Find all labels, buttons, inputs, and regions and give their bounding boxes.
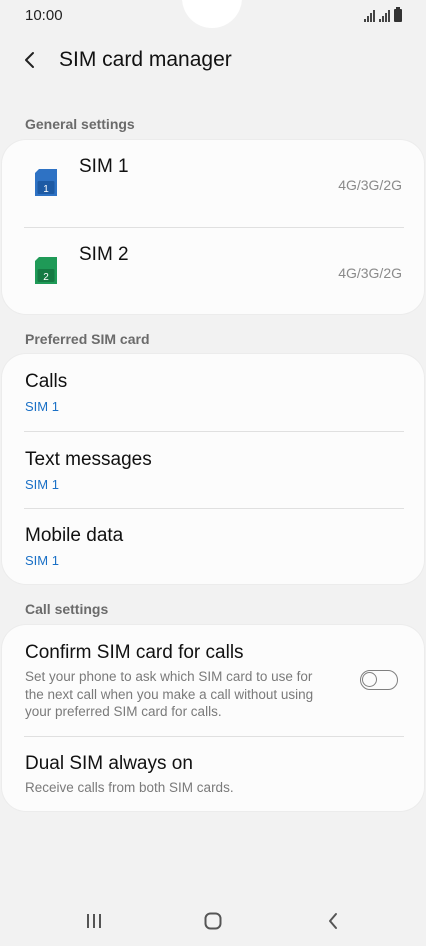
confirm-sim-title: Confirm SIM card for calls bbox=[25, 642, 244, 663]
page-title: SIM card manager bbox=[59, 48, 232, 71]
recent-apps-icon bbox=[87, 914, 101, 928]
status-time: 10:00 bbox=[25, 7, 63, 24]
sim-row-1[interactable]: 1 SIM 1 4G/3G/2G bbox=[2, 140, 424, 227]
description-line: your preferred SIM card for calls. bbox=[25, 704, 222, 719]
dual-sim-row[interactable]: Dual SIM always on Receive calls from bo… bbox=[2, 737, 424, 811]
call-settings-card: Confirm SIM card for calls Set your phon… bbox=[2, 625, 424, 811]
sim-card-icon: 1 bbox=[35, 169, 57, 196]
confirm-sim-toggle[interactable] bbox=[360, 670, 398, 690]
toggle-knob bbox=[362, 672, 377, 687]
signal-icon bbox=[379, 10, 390, 22]
confirm-sim-description: Set your phone to ask which SIM card to … bbox=[25, 668, 355, 721]
preferred-text-messages-value: SIM 1 bbox=[25, 477, 59, 492]
section-header-general: General settings bbox=[25, 116, 135, 132]
section-header-preferred: Preferred SIM card bbox=[25, 331, 150, 347]
preferred-mobile-data-label: Mobile data bbox=[25, 525, 124, 546]
status-bar: 10:00 bbox=[0, 0, 426, 32]
description-line: Set your phone to ask which SIM card to … bbox=[25, 669, 313, 684]
sim-card-number: 2 bbox=[43, 272, 49, 283]
confirm-sim-row[interactable]: Confirm SIM card for calls Set your phon… bbox=[2, 625, 424, 736]
preferred-sim-card: Calls SIM 1 Text messages SIM 1 Mobile d… bbox=[2, 354, 424, 584]
sim-name: SIM 2 bbox=[79, 244, 129, 265]
sim-card-icon: 2 bbox=[35, 257, 57, 284]
sim-name: SIM 1 bbox=[79, 156, 129, 177]
recent-apps-button[interactable] bbox=[79, 908, 109, 934]
dual-sim-title: Dual SIM always on bbox=[25, 753, 193, 774]
preferred-calls-row[interactable]: Calls SIM 1 bbox=[2, 354, 424, 431]
preferred-text-messages-row[interactable]: Text messages SIM 1 bbox=[2, 432, 424, 508]
sim-list-card: 1 SIM 1 4G/3G/2G 2 SIM 2 4G/3G/2G bbox=[2, 140, 424, 314]
back-nav-icon bbox=[329, 913, 337, 929]
app-header: SIM card manager bbox=[0, 40, 426, 80]
home-button[interactable] bbox=[198, 908, 228, 934]
preferred-calls-label: Calls bbox=[25, 371, 68, 392]
preferred-mobile-data-row[interactable]: Mobile data SIM 1 bbox=[2, 509, 424, 584]
status-icons bbox=[364, 7, 402, 22]
camera-notch bbox=[182, 0, 242, 28]
sim-network-type: 4G/3G/2G bbox=[338, 265, 402, 281]
preferred-text-messages-label: Text messages bbox=[25, 449, 152, 470]
preferred-mobile-data-value: SIM 1 bbox=[25, 553, 59, 568]
navigation-bar bbox=[0, 896, 426, 946]
back-button[interactable] bbox=[16, 46, 44, 74]
back-nav-button[interactable] bbox=[318, 908, 348, 934]
description-line: the next call when you make a call witho… bbox=[25, 686, 314, 702]
section-header-call: Call settings bbox=[25, 601, 109, 617]
back-arrow-icon bbox=[25, 52, 34, 68]
signal-icon bbox=[364, 10, 375, 22]
home-icon bbox=[204, 912, 222, 930]
sim-card-number: 1 bbox=[43, 184, 49, 195]
sim-network-type: 4G/3G/2G bbox=[338, 177, 402, 193]
description-line: Receive calls from both SIM cards. bbox=[25, 780, 234, 795]
sim-row-2[interactable]: 2 SIM 2 4G/3G/2G bbox=[2, 228, 424, 314]
battery-icon bbox=[394, 7, 402, 22]
preferred-calls-value: SIM 1 bbox=[25, 399, 59, 414]
dual-sim-description: Receive calls from both SIM cards. bbox=[25, 779, 234, 797]
